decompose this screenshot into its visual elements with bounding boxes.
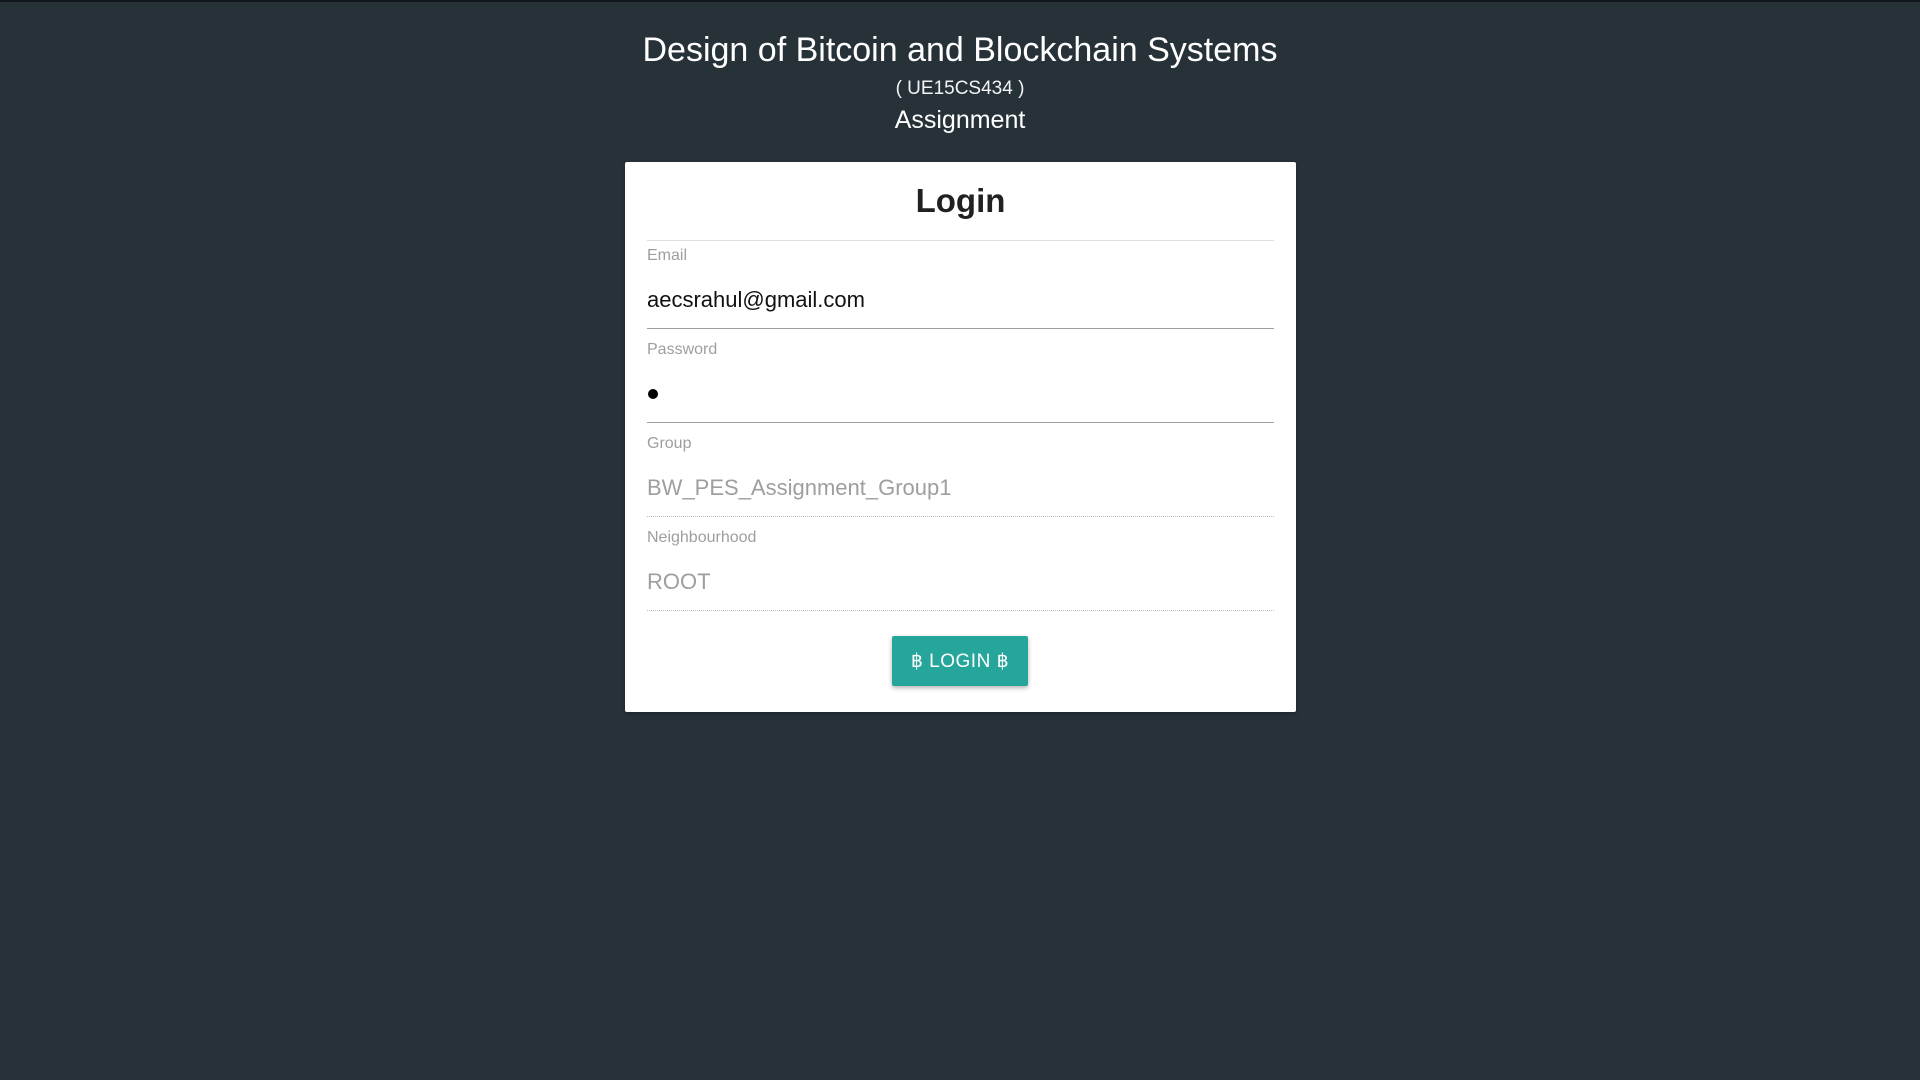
group-underline <box>647 516 1274 517</box>
email-label: Email <box>647 247 688 264</box>
password-field-group: Password <box>647 340 1274 430</box>
card-divider <box>647 240 1274 241</box>
group-label: Group <box>647 435 692 452</box>
password-label: Password <box>647 341 718 358</box>
neighbourhood-field <box>647 562 1274 602</box>
login-card: Login Email Password Group Neighbourhood… <box>625 162 1296 712</box>
neighbourhood-field-group: Neighbourhood <box>647 528 1274 618</box>
login-button[interactable]: ฿ LOGIN ฿ <box>892 636 1028 686</box>
group-field-group: Group <box>647 434 1274 524</box>
email-field[interactable] <box>647 280 1274 320</box>
password-underline <box>647 422 1274 423</box>
email-field-group: Email <box>647 246 1274 336</box>
email-underline <box>647 328 1274 329</box>
course-title: Design of Bitcoin and Blockchain Systems <box>642 31 1278 69</box>
assignment-label: Assignment <box>894 106 1026 134</box>
page-header: Design of Bitcoin and Blockchain Systems… <box>0 28 1920 136</box>
group-field <box>647 468 1274 508</box>
login-card-title: Login <box>915 182 1006 219</box>
neighbourhood-label: Neighbourhood <box>647 529 757 546</box>
password-field[interactable] <box>647 374 1274 414</box>
neighbourhood-underline <box>647 610 1274 611</box>
window-top-border <box>0 0 1920 2</box>
course-code: ( UE15CS434 ) <box>895 78 1025 99</box>
